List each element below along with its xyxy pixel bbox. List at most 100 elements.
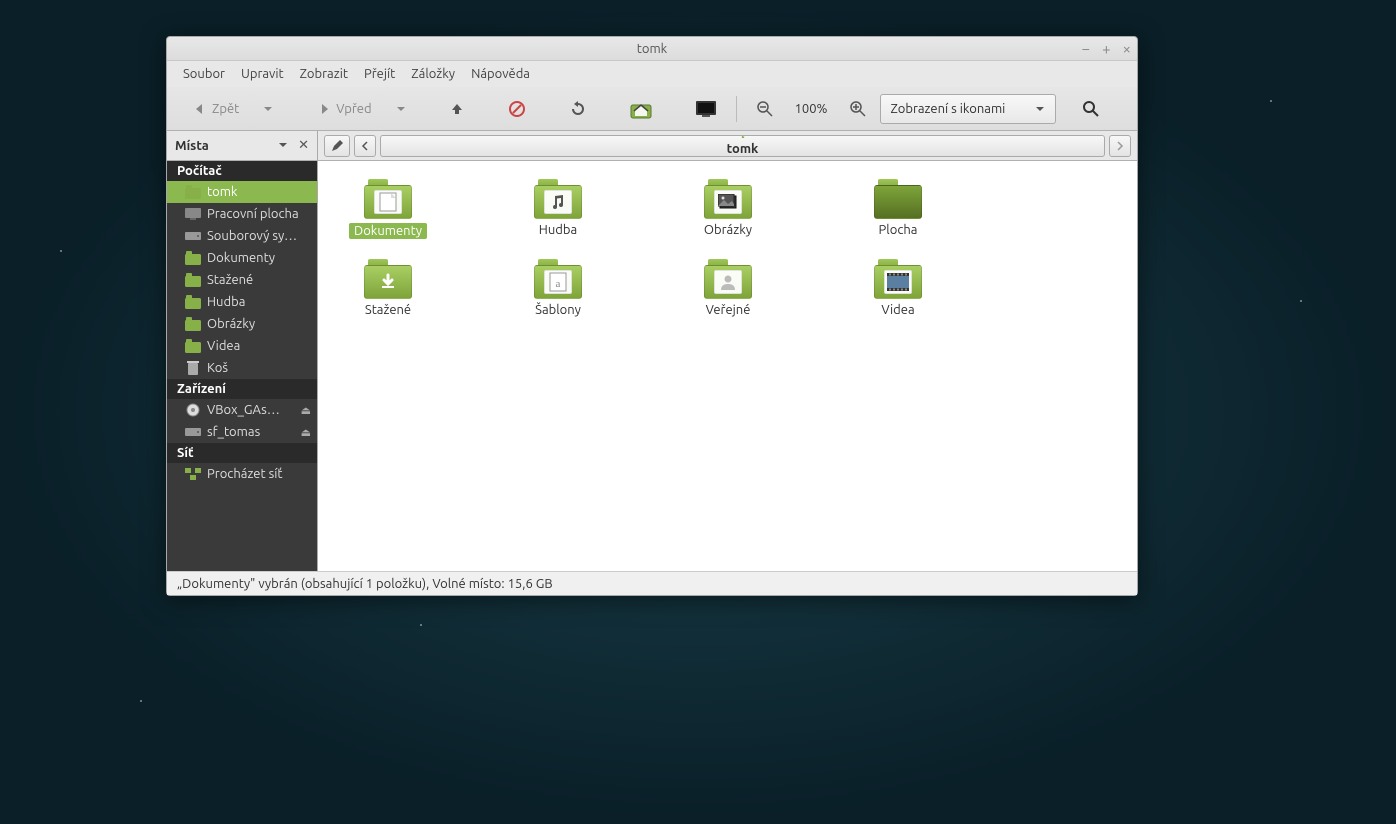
folder-item[interactable]: Hudba: [508, 179, 608, 239]
zoom-in-button[interactable]: [840, 94, 876, 124]
sidebar-item-label: Pracovní plocha: [207, 207, 299, 221]
eject-icon[interactable]: ⏏: [301, 404, 311, 417]
status-text: „Dokumenty" vybrán (obsahující 1 položku…: [177, 577, 553, 591]
folder-emblem-icon: [374, 190, 402, 214]
folder-label: Dokumenty: [349, 223, 427, 239]
menubar: Soubor Upravit Zobrazit Přejít Záložky N…: [167, 61, 1137, 87]
sidebar-item[interactable]: Koš: [167, 357, 317, 379]
home-icon: [185, 185, 201, 199]
toolbar: Zpět Vpřed: [167, 87, 1137, 131]
sidebar-item-label: Hudba: [207, 295, 245, 309]
zoom-out-button[interactable]: [747, 94, 783, 124]
minimize-button[interactable]: −: [1082, 40, 1090, 57]
titlebar[interactable]: tomk − + ×: [167, 37, 1137, 61]
sidebar-item[interactable]: Souborový sy…: [167, 225, 317, 247]
folder-label: Šablony: [535, 303, 581, 317]
sidebar-item[interactable]: tomk: [167, 181, 317, 203]
icon-view[interactable]: Dokumenty Hudba Obrázky Plocha Stažené a Šablo…: [318, 161, 1137, 571]
menu-go[interactable]: Přejít: [358, 65, 401, 83]
sidebar-item-label: Procházet síť: [207, 467, 282, 481]
window-title: tomk: [637, 42, 667, 56]
back-button[interactable]: Zpět: [183, 94, 249, 124]
folder-icon: [874, 179, 922, 219]
maximize-button[interactable]: +: [1102, 40, 1110, 57]
folder-icon: [185, 317, 201, 331]
forward-menu-button[interactable]: [386, 94, 416, 124]
folder-label: Stažené: [365, 303, 411, 317]
folder-label: Hudba: [539, 223, 577, 237]
sidebar-item-label: VBox_GAs…: [207, 403, 280, 417]
path-prev-button[interactable]: [354, 135, 376, 157]
sidebar-item[interactable]: Pracovní plocha: [167, 203, 317, 225]
computer-button[interactable]: [686, 94, 726, 124]
folder-emblem-icon: a: [544, 270, 572, 294]
up-button[interactable]: [440, 94, 474, 124]
view-mode-select[interactable]: Zobrazení s ikonami: [880, 94, 1057, 124]
reload-button[interactable]: [560, 94, 596, 124]
sidebar: Místa ✕ Počítač tomk Pracovní plocha Soubor…: [167, 131, 317, 571]
network-icon: [185, 467, 201, 481]
stop-button[interactable]: [498, 94, 536, 124]
menu-bookmarks[interactable]: Záložky: [405, 65, 461, 83]
folder-label: Videa: [881, 303, 914, 317]
sidebar-menu-icon[interactable]: [278, 139, 288, 153]
folder-label: Veřejné: [706, 303, 751, 317]
folder-icon: [185, 251, 201, 265]
sidebar-item[interactable]: Hudba: [167, 291, 317, 313]
folder-item[interactable]: Veřejné: [678, 259, 778, 317]
menu-edit[interactable]: Upravit: [235, 65, 290, 83]
folder-emblem-icon: [374, 270, 402, 294]
sidebar-item-label: tomk: [207, 185, 237, 199]
menu-view[interactable]: Zobrazit: [294, 65, 354, 83]
menu-file[interactable]: Soubor: [177, 65, 231, 83]
sidebar-item[interactable]: Procházet síť: [167, 463, 317, 485]
folder-icon: [364, 259, 412, 299]
folder-icon: [185, 273, 201, 287]
folder-icon: [364, 179, 412, 219]
sidebar-heading: Zařízení: [167, 379, 317, 399]
folder-item[interactable]: Dokumenty: [338, 179, 438, 239]
forward-button[interactable]: Vpřed: [307, 94, 381, 124]
sidebar-item[interactable]: Obrázky: [167, 313, 317, 335]
folder-emblem-icon: [714, 270, 742, 294]
sidebar-heading: Síť: [167, 443, 317, 463]
sidebar-close-icon[interactable]: ✕: [298, 138, 309, 153]
trash-icon: [185, 361, 201, 375]
folder-icon: [185, 339, 201, 353]
sidebar-item-label: sf_tomas: [207, 425, 260, 439]
folder-icon: [534, 179, 582, 219]
folder-item[interactable]: Obrázky: [678, 179, 778, 239]
svg-text:a: a: [556, 278, 561, 290]
folder-icon: a: [534, 259, 582, 299]
drive-icon: [185, 229, 201, 243]
sidebar-header: Místa ✕: [167, 131, 317, 161]
sidebar-heading: Počítač: [167, 161, 317, 181]
back-menu-button[interactable]: [253, 94, 283, 124]
folder-item[interactable]: a Šablony: [508, 259, 608, 317]
sidebar-item[interactable]: Videa: [167, 335, 317, 357]
sidebar-item[interactable]: Stažené: [167, 269, 317, 291]
sidebar-item-label: Dokumenty: [207, 251, 275, 265]
path-segment-home[interactable]: tomk: [380, 135, 1105, 157]
pathbar: tomk: [318, 131, 1137, 161]
statusbar: „Dokumenty" vybrán (obsahující 1 položku…: [167, 571, 1137, 595]
folder-item[interactable]: Videa: [848, 259, 948, 317]
close-button[interactable]: ×: [1123, 40, 1131, 57]
folder-emblem-icon: [544, 190, 572, 214]
sidebar-item-label: Souborový sy…: [207, 229, 297, 243]
sidebar-item[interactable]: sf_tomas ⏏: [167, 421, 317, 443]
folder-icon: [874, 259, 922, 299]
sidebar-item-label: Stažené: [207, 273, 253, 287]
path-next-button[interactable]: [1109, 135, 1131, 157]
sidebar-item[interactable]: Dokumenty: [167, 247, 317, 269]
folder-item[interactable]: Stažené: [338, 259, 438, 317]
folder-item[interactable]: Plocha: [848, 179, 948, 239]
eject-icon[interactable]: ⏏: [301, 426, 311, 439]
path-edit-button[interactable]: [324, 135, 350, 157]
search-button[interactable]: [1072, 94, 1110, 124]
sidebar-item[interactable]: VBox_GAs… ⏏: [167, 399, 317, 421]
folder-emblem-icon: [884, 270, 912, 294]
home-button[interactable]: [620, 94, 662, 124]
folder-icon: [704, 259, 752, 299]
menu-help[interactable]: Nápověda: [465, 65, 536, 83]
